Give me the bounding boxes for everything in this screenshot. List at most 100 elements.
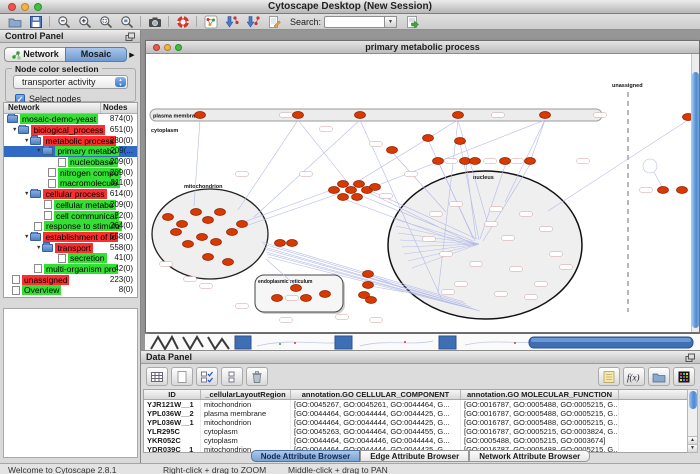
search-dropdown-arrow[interactable]: ▼ bbox=[384, 16, 397, 28]
file-icon bbox=[12, 275, 20, 284]
frame-titlebar[interactable]: primary metabolic process bbox=[146, 41, 699, 54]
import-attributes-icon[interactable] bbox=[648, 367, 670, 386]
expand-arrow-icon[interactable]: ▼ bbox=[36, 146, 41, 156]
file-icon bbox=[58, 254, 66, 263]
tree-row[interactable]: nucleobase-209(0) bbox=[4, 157, 137, 168]
node-color-dropdown[interactable]: transporter activity ▲▼ bbox=[13, 75, 128, 89]
vertical-scrollbar-thumb[interactable] bbox=[692, 72, 699, 328]
expand-arrow-icon[interactable]: ▼ bbox=[24, 232, 29, 242]
close-button[interactable] bbox=[8, 3, 16, 11]
column-header-region[interactable]: _cellularLayoutRegion bbox=[201, 390, 291, 399]
tab-network-attribute-browser[interactable]: Network Attribute Browser bbox=[469, 450, 590, 462]
column-header-id[interactable]: ID bbox=[144, 390, 201, 399]
matrix-view-icon[interactable] bbox=[673, 367, 695, 386]
table-row[interactable]: YJR121W__1mitochondrion[GO:0045267, GO:0… bbox=[144, 400, 687, 409]
zoom-fit-icon[interactable] bbox=[116, 14, 137, 29]
annotations-icon[interactable] bbox=[263, 14, 284, 29]
tree-row[interactable]: cellular metabo209(0) bbox=[4, 200, 137, 211]
apply-layout-icon[interactable] bbox=[221, 14, 242, 29]
tree-col-network[interactable]: Network bbox=[4, 103, 101, 113]
column-header-filler bbox=[619, 390, 687, 399]
file-icon bbox=[12, 286, 20, 295]
expand-arrow-icon[interactable]: ▼ bbox=[24, 189, 29, 199]
tree-row-selected[interactable]: ▼primary metabo209(... bbox=[4, 146, 137, 157]
snapshot-camera-icon[interactable] bbox=[144, 14, 165, 29]
delete-attribute-icon[interactable] bbox=[246, 367, 268, 386]
expand-arrow-icon[interactable]: ▼ bbox=[24, 136, 29, 146]
zoom-in-icon[interactable] bbox=[74, 14, 95, 29]
table-scrollbar[interactable]: ▲▼ bbox=[687, 389, 698, 453]
zoom-out-icon[interactable] bbox=[53, 14, 74, 29]
control-panel-header: Control Panel bbox=[0, 30, 140, 43]
status-pan-hint: Middle-click + drag to PAN bbox=[288, 465, 388, 474]
tree-row[interactable]: mosaic-demo-yeast874(0) bbox=[4, 114, 137, 125]
tab-mosaic[interactable]: Mosaic bbox=[65, 47, 127, 62]
search-input[interactable] bbox=[324, 16, 384, 28]
tree-row[interactable]: unassigned223(0) bbox=[4, 274, 137, 285]
notes-icon[interactable] bbox=[598, 367, 620, 386]
network-label: metabolic process bbox=[43, 136, 116, 146]
table-row[interactable]: YLR295Ccytoplasm[GO:0045263, GO:0044464,… bbox=[144, 427, 687, 436]
tab-edge-attribute-browser[interactable]: Edge Attribute Browser bbox=[360, 450, 469, 462]
tab-node-attribute-browser[interactable]: Node Attribute Browser bbox=[251, 450, 361, 462]
minimize-button[interactable] bbox=[21, 3, 29, 11]
vertical-scrollbar[interactable] bbox=[691, 54, 699, 332]
network-graph[interactable]: plasma membrane cytoplasm mitochondrion … bbox=[146, 54, 691, 332]
formula-builder-icon[interactable]: f(x) bbox=[623, 367, 645, 386]
save-session-icon[interactable] bbox=[25, 14, 46, 29]
node-count: 280(0) bbox=[110, 136, 133, 146]
frame-close-button[interactable] bbox=[153, 44, 160, 51]
table-row[interactable]: YKR052Ccytoplasm[GO:0044464, GO:0044446,… bbox=[144, 436, 687, 445]
tab-network[interactable]: Network bbox=[4, 47, 65, 62]
tree-row[interactable]: multi-organism pro42(0) bbox=[4, 264, 137, 275]
frame-minimize-button[interactable] bbox=[164, 44, 171, 51]
zoom-button[interactable] bbox=[34, 3, 42, 11]
attribute-browser-icon[interactable] bbox=[401, 14, 422, 29]
tree-row[interactable]: ▼biological_process651(0) bbox=[4, 125, 137, 136]
frame-zoom-button[interactable] bbox=[175, 44, 182, 51]
network-canvas[interactable]: plasma membrane cytoplasm mitochondrion … bbox=[146, 54, 699, 332]
expand-arrow-icon[interactable]: ▼ bbox=[36, 243, 41, 253]
file-icon bbox=[58, 158, 66, 167]
data-panel-header: Data Panel bbox=[141, 351, 700, 364]
column-header-component[interactable]: annotation.GO CELLULAR_COMPONENT bbox=[291, 390, 461, 399]
tree-row[interactable]: Overview8(0) bbox=[4, 285, 137, 296]
help-lifebuoy-icon[interactable] bbox=[172, 14, 193, 29]
window-title: Cytoscape Desktop (New Session) bbox=[0, 0, 700, 13]
attribute-select-icon[interactable] bbox=[146, 367, 168, 386]
tree-row[interactable]: secretion41(0) bbox=[4, 253, 137, 264]
scroll-up-icon[interactable]: ▲ bbox=[688, 436, 697, 444]
network-desktop: primary metabolic process plasma membran… bbox=[141, 30, 700, 350]
zoom-selected-icon[interactable] bbox=[95, 14, 116, 29]
node-count: 209(... bbox=[110, 146, 133, 156]
table-row[interactable]: YPL036W__1mitochondrion[GO:0044464, GO:0… bbox=[144, 418, 687, 427]
network-view-frame[interactable]: primary metabolic process plasma membran… bbox=[145, 40, 700, 333]
background-windows[interactable] bbox=[145, 334, 700, 350]
open-session-icon[interactable] bbox=[4, 14, 25, 29]
tree-row[interactable]: cell communicat22(0) bbox=[4, 210, 137, 221]
tree-row[interactable]: ▼transport558(0) bbox=[4, 242, 137, 253]
tree-row[interactable]: ▼cellular process614(0) bbox=[4, 189, 137, 200]
new-attribute-icon[interactable] bbox=[171, 367, 193, 386]
tree-row[interactable]: nitrogen compo209(0) bbox=[4, 167, 137, 178]
tree-col-nodes[interactable]: Nodes bbox=[101, 103, 137, 113]
column-header-function[interactable]: annotation.GO MOLECULAR_FUNCTION bbox=[461, 390, 619, 399]
frame-title: primary metabolic process bbox=[146, 41, 699, 53]
tree-row[interactable]: ▼ metabolic process280(0) bbox=[4, 135, 137, 146]
tree-row[interactable]: ▼establishment of lo558(0) bbox=[4, 232, 137, 243]
background-network-thumbnail bbox=[151, 337, 229, 349]
visual-styles-icon[interactable] bbox=[200, 14, 221, 29]
tree-row[interactable]: response to stimulu264(0) bbox=[4, 221, 137, 232]
table-row[interactable]: YPL036W__2plasma membrane[GO:0044464, GO… bbox=[144, 409, 687, 418]
table-scrollbar-thumb[interactable] bbox=[689, 391, 697, 409]
apply-layout-2-icon[interactable] bbox=[242, 14, 263, 29]
node-count: 8(0) bbox=[119, 285, 133, 295]
expand-arrow-icon[interactable]: ▼ bbox=[12, 125, 17, 135]
tree-row[interactable]: macromolecule311(0) bbox=[4, 178, 137, 189]
select-attributes-icon[interactable] bbox=[196, 367, 218, 386]
network-label: establishment of lo bbox=[43, 232, 118, 242]
plasma-membrane-region[interactable] bbox=[150, 109, 602, 121]
unselect-attributes-icon[interactable] bbox=[221, 367, 243, 386]
float-panel-icon[interactable] bbox=[125, 32, 136, 45]
more-tabs-arrow-icon[interactable]: ▶ bbox=[127, 51, 137, 59]
